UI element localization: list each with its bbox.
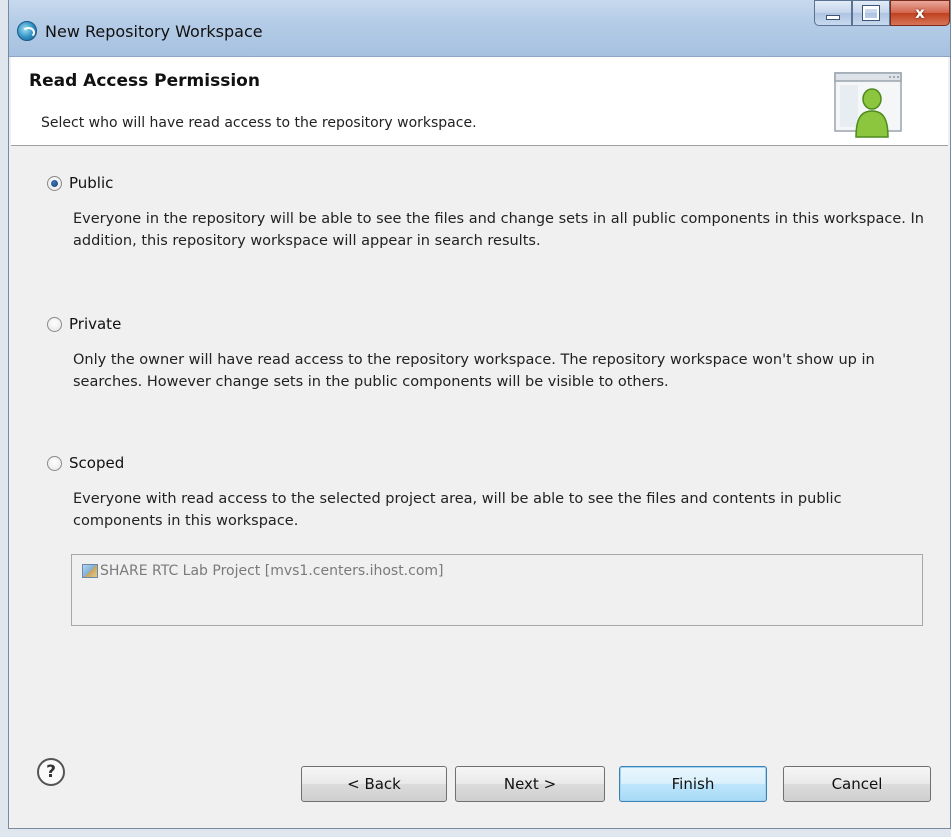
title-bar[interactable]: New Repository Workspace x bbox=[9, 0, 950, 57]
page-title: Read Access Permission bbox=[29, 71, 260, 91]
private-description: Only the owner will have read access to … bbox=[73, 352, 875, 390]
public-description: Everyone in the repository will be able … bbox=[73, 211, 924, 249]
user-window-icon bbox=[834, 72, 902, 138]
header-banner: Read Access Permission Select who will h… bbox=[11, 57, 948, 146]
scoped-description: Everyone with read access to the selecte… bbox=[73, 491, 842, 529]
maximize-icon bbox=[863, 6, 879, 20]
project-area-list[interactable]: SHARE RTC Lab Project [mvs1.centers.ihos… bbox=[71, 554, 923, 626]
maximize-button[interactable] bbox=[852, 0, 890, 26]
finish-button[interactable]: Finish bbox=[619, 766, 767, 802]
option-public[interactable]: Public bbox=[47, 174, 113, 192]
option-private[interactable]: Private bbox=[47, 315, 121, 333]
close-icon: x bbox=[915, 4, 925, 22]
options-panel: Public Everyone in the repository will b… bbox=[9, 146, 950, 736]
page-description: Select who will have read access to the … bbox=[41, 115, 477, 131]
scoped-radio[interactable] bbox=[47, 455, 62, 471]
public-label: Public bbox=[69, 174, 114, 192]
project-area-icon bbox=[82, 564, 98, 578]
private-label: Private bbox=[69, 315, 122, 333]
scoped-label: Scoped bbox=[69, 454, 125, 472]
cancel-button[interactable]: Cancel bbox=[783, 766, 931, 802]
private-radio[interactable] bbox=[47, 316, 62, 332]
back-button[interactable]: < Back bbox=[301, 766, 447, 802]
window-title: New Repository Workspace bbox=[45, 22, 263, 41]
project-area-label: SHARE RTC Lab Project [mvs1.centers.ihos… bbox=[100, 563, 444, 579]
next-button[interactable]: Next > bbox=[455, 766, 605, 802]
window-controls: x bbox=[814, 0, 950, 28]
project-area-item[interactable]: SHARE RTC Lab Project [mvs1.centers.ihos… bbox=[82, 563, 444, 579]
dialog-window: New Repository Workspace x Read Access P… bbox=[8, 0, 951, 829]
help-button[interactable]: ? bbox=[37, 758, 65, 786]
close-button[interactable]: x bbox=[890, 0, 950, 26]
help-icon: ? bbox=[46, 762, 56, 782]
minimize-icon bbox=[826, 14, 840, 20]
minimize-button[interactable] bbox=[814, 0, 852, 26]
option-scoped[interactable]: Scoped bbox=[47, 454, 124, 472]
app-icon bbox=[17, 21, 37, 41]
public-radio[interactable] bbox=[47, 175, 62, 191]
